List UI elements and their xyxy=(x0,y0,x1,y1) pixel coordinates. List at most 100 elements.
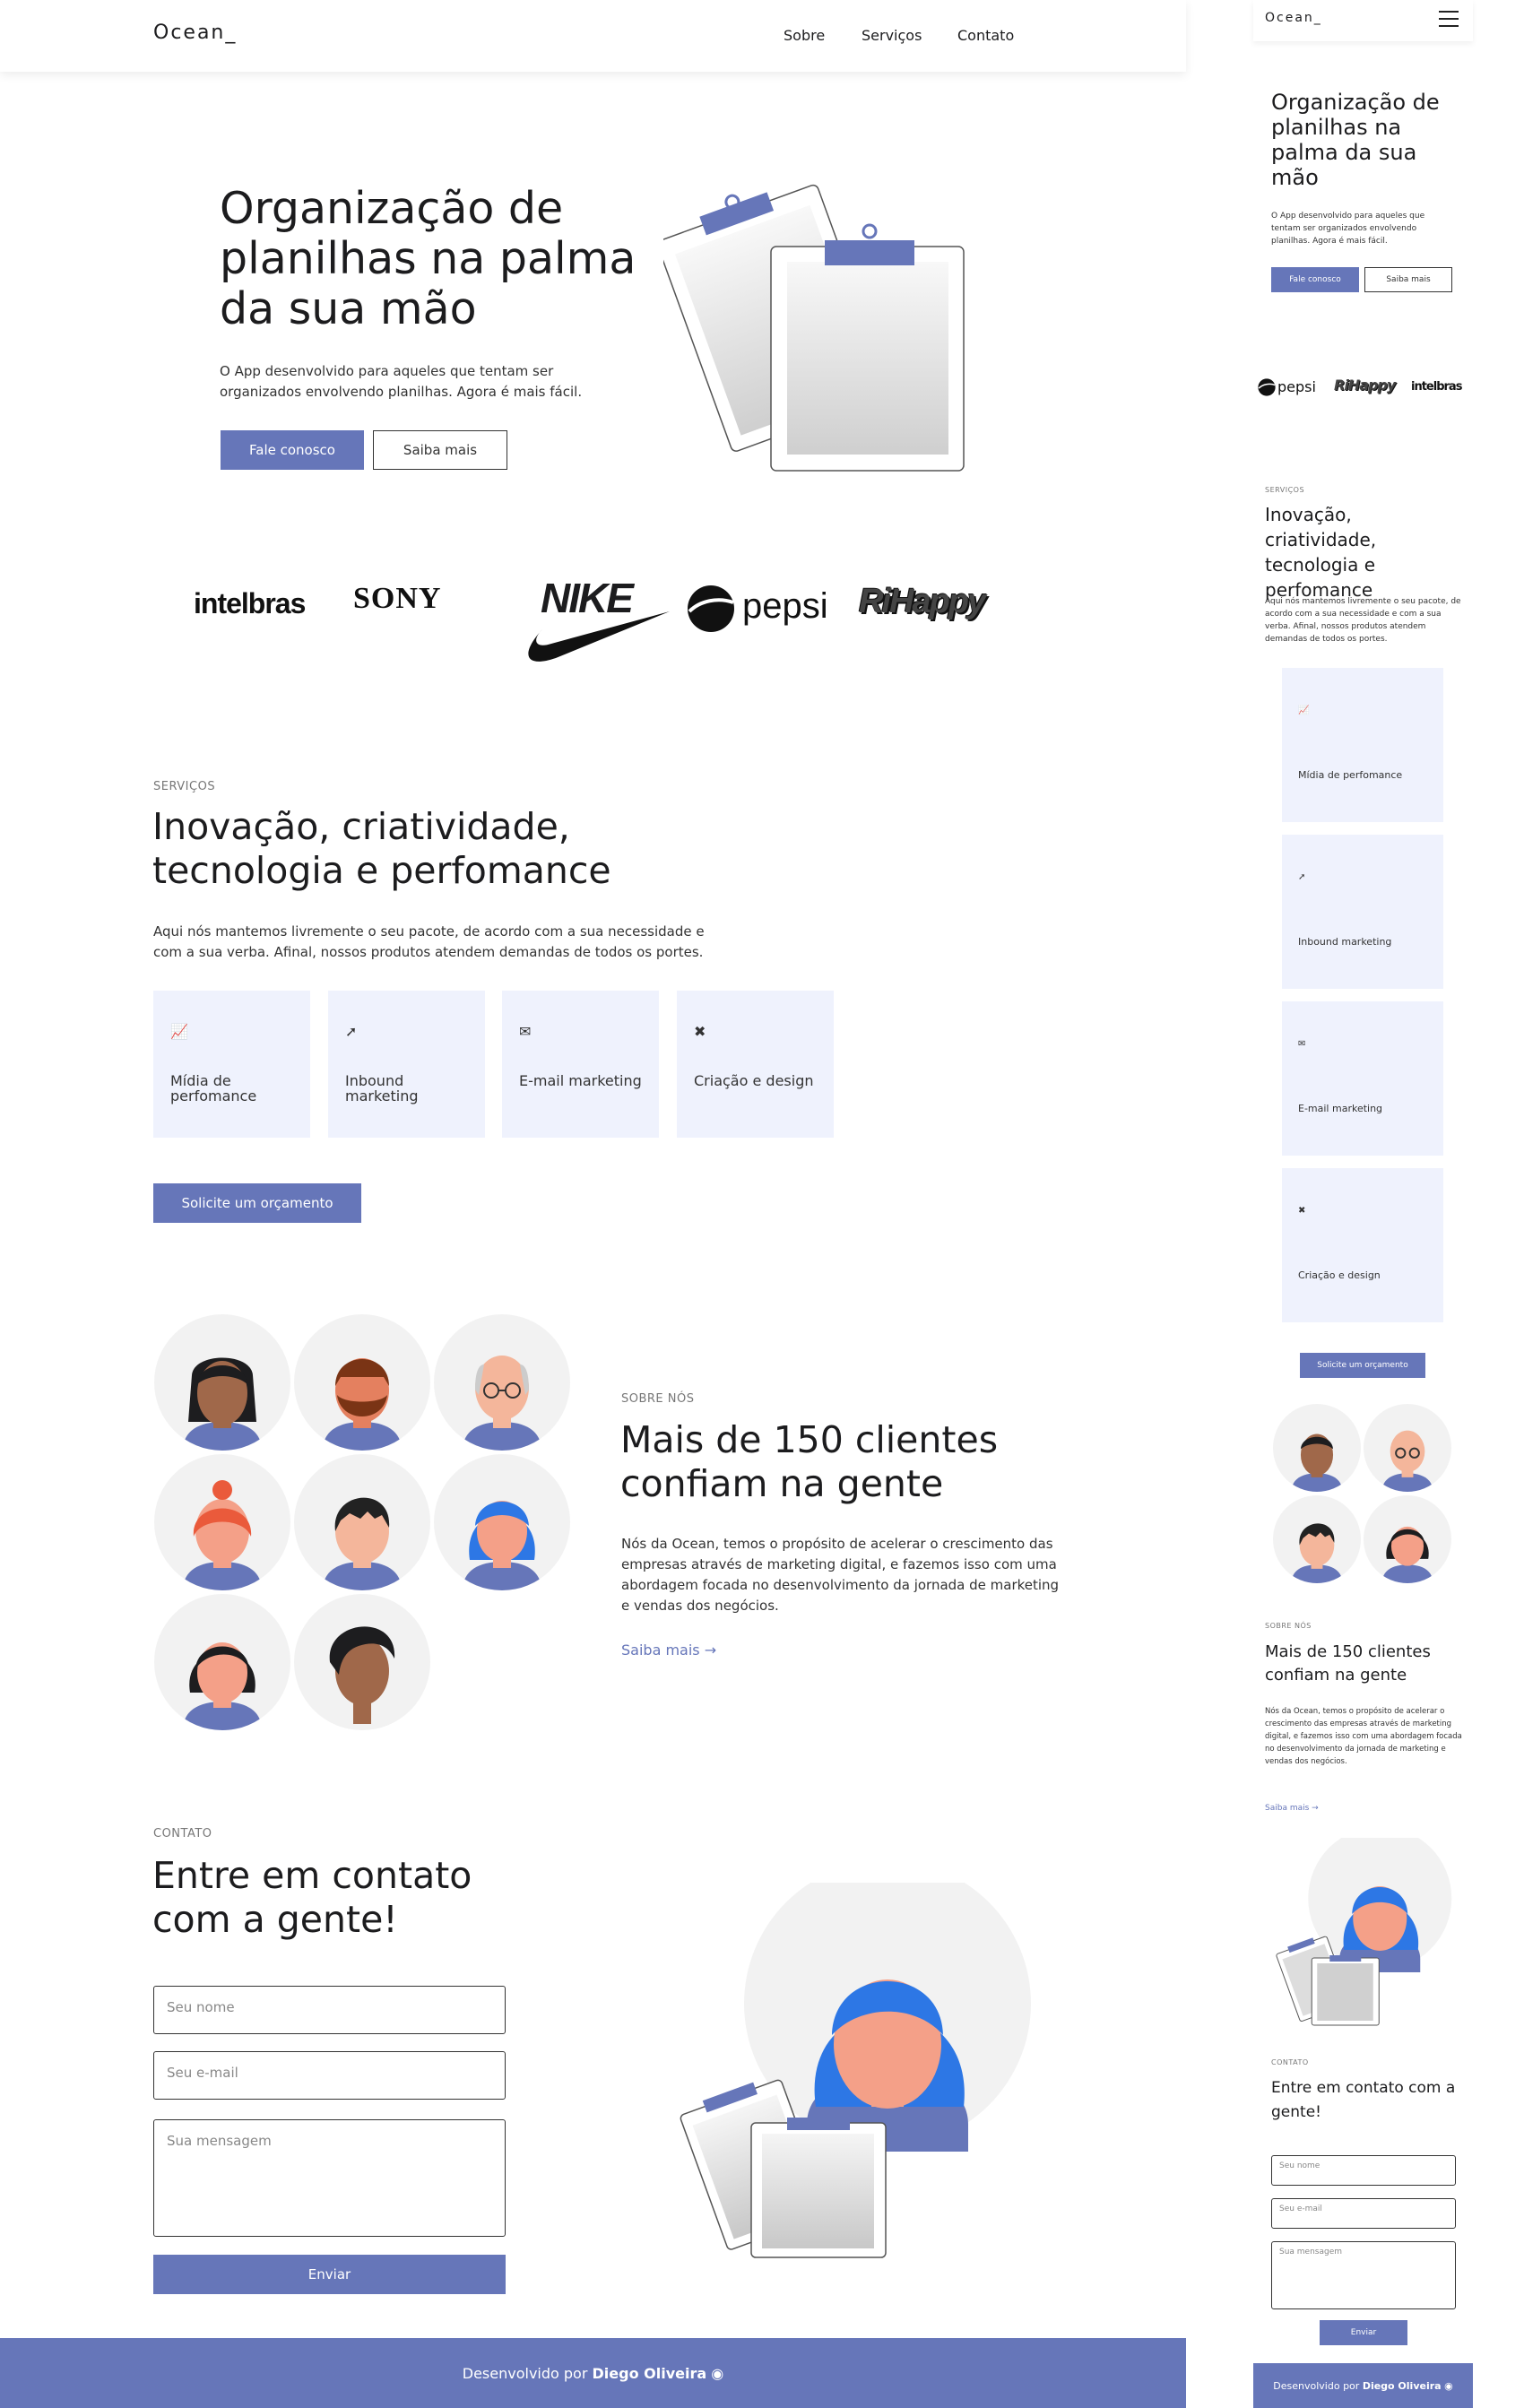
service-card-midia[interactable]: 📈 Mídia de perfomance xyxy=(153,991,310,1138)
service-card-label: Criação e design xyxy=(1298,1269,1381,1281)
service-card-label: Mídia de perfomance xyxy=(1298,769,1403,781)
paper-plane-icon: ➚ xyxy=(1298,872,1306,882)
service-card-email[interactable]: ✉ E-mail marketing xyxy=(502,991,659,1138)
contact-illustration xyxy=(1276,1838,1452,2026)
mobile-navbar: Ocean_ xyxy=(1253,0,1473,41)
brand-logo-rihappy: RiHappy xyxy=(859,583,986,620)
chart-icon: 📈 xyxy=(170,1023,188,1040)
name-field[interactable]: Seu nome xyxy=(1271,2155,1456,2186)
about-tag: SOBRE NÓS xyxy=(1265,1622,1312,1630)
contact-title: Entre em contato com a gente! xyxy=(152,1854,472,1941)
avatar xyxy=(154,1454,290,1590)
service-card-midia[interactable]: 📈 Mídia de perfomance xyxy=(1282,668,1443,822)
pepsi-globe-icon xyxy=(688,585,734,632)
about-text: Nós da Ocean, temos o propósito de acele… xyxy=(1265,1707,1462,1766)
nav-link-sobre[interactable]: Sobre xyxy=(784,27,825,44)
github-icon[interactable]: ◉ xyxy=(711,2365,723,2382)
avatar xyxy=(1364,1495,1451,1583)
service-card-label: E-mail marketing xyxy=(519,1072,642,1089)
services-title: Inovação, criatividade, tecnologia e per… xyxy=(1265,504,1377,601)
brand-logo-pepsi-text: pepsi xyxy=(742,586,828,626)
service-card-label: E-mail marketing xyxy=(1298,1103,1383,1114)
logo[interactable]: Ocean_ xyxy=(153,22,237,44)
brand-logo-pepsi: pepsi xyxy=(1258,377,1328,400)
service-card-label: Inbound marketing xyxy=(1298,936,1392,948)
hero-text: O App desenvolvido para aqueles que tent… xyxy=(1271,212,1425,246)
services-text: Aqui nós mantemos livremente o seu pacot… xyxy=(153,923,705,960)
brand-logo-pepsi-text: pepsi xyxy=(1277,378,1316,395)
tools-icon: ✖ xyxy=(694,1023,706,1040)
services-tag: SERVIÇOS xyxy=(1265,486,1305,494)
avatar xyxy=(1273,1495,1361,1583)
contact-us-button[interactable]: Fale conosco xyxy=(221,430,364,470)
contact-illustration xyxy=(680,1883,1031,2258)
hamburger-menu-icon[interactable] xyxy=(1439,11,1459,27)
avatar xyxy=(434,1314,570,1451)
send-button[interactable]: Enviar xyxy=(1320,2320,1407,2345)
learn-more-button[interactable]: Saiba mais xyxy=(1364,267,1452,292)
learn-more-button[interactable]: Saiba mais xyxy=(373,430,507,470)
logo[interactable]: Ocean_ xyxy=(1265,11,1322,25)
contact-tag: CONTATO xyxy=(1271,2058,1309,2066)
navbar: Ocean_ Sobre Serviços Contato xyxy=(0,0,1186,72)
about-learn-more-link[interactable]: Saiba mais → xyxy=(621,1641,716,1659)
footer-text: Desenvolvido por xyxy=(1273,2379,1360,2392)
request-quote-button[interactable]: Solicite um orçamento xyxy=(153,1183,361,1223)
envelope-icon: ✉ xyxy=(519,1023,532,1040)
avatar xyxy=(294,1594,430,1730)
service-card-label: Mídia de perfomance xyxy=(170,1072,257,1104)
paper-plane-icon: ➚ xyxy=(345,1023,358,1040)
contact-us-button[interactable]: Fale conosco xyxy=(1271,267,1359,292)
footer: Desenvolvido por Diego Oliveira ◉ xyxy=(0,2338,1186,2408)
mobile-view: Ocean_ Organização de planilhas na palma… xyxy=(1253,0,1473,2408)
hero-title: Organização de planilhas na palma da sua… xyxy=(220,183,636,334)
avatar xyxy=(154,1314,290,1451)
chart-icon: 📈 xyxy=(1298,706,1310,715)
pepsi-globe-icon xyxy=(1258,378,1276,396)
avatar xyxy=(294,1314,430,1451)
services-text: Aqui nós mantemos livremente o seu pacot… xyxy=(1265,597,1461,644)
brand-logo-nike: NIKE xyxy=(515,574,672,665)
brand-logo-rihappy: RiHappy xyxy=(1334,377,1396,394)
hero-text: O App desenvolvido para aqueles que tent… xyxy=(220,363,583,400)
avatar xyxy=(1273,1404,1361,1492)
contact-tag: CONTATO xyxy=(153,1827,212,1841)
service-card-design[interactable]: ✖ Criação e design xyxy=(1282,1168,1443,1322)
services-title: Inovação, criatividade, tecnologia e per… xyxy=(152,805,611,892)
clipboard-illustration xyxy=(663,184,965,472)
about-learn-more-link[interactable]: Saiba mais → xyxy=(1265,1804,1319,1813)
nav-link-servicos[interactable]: Serviços xyxy=(862,27,922,44)
email-field[interactable]: Seu e-mail xyxy=(1271,2198,1456,2229)
footer-author-link[interactable]: Diego Oliveira xyxy=(1363,2380,1442,2392)
nike-swoosh-icon xyxy=(528,611,670,662)
service-card-design[interactable]: ✖ Criação e design xyxy=(677,991,834,1138)
footer-author-link[interactable]: Diego Oliveira xyxy=(593,2365,707,2382)
email-field[interactable]: Seu e-mail xyxy=(153,2051,506,2100)
service-card-label: Inbound marketing xyxy=(345,1072,419,1104)
send-button[interactable]: Enviar xyxy=(153,2255,506,2294)
about-tag: SOBRE NÓS xyxy=(621,1392,695,1406)
avatar xyxy=(1364,1404,1451,1492)
message-field[interactable]: Sua mensagem xyxy=(153,2119,506,2237)
github-icon[interactable]: ◉ xyxy=(1444,2380,1453,2392)
request-quote-button[interactable]: Solicite um orçamento xyxy=(1300,1353,1425,1378)
service-card-inbound[interactable]: ➚ Inbound marketing xyxy=(1282,835,1443,989)
name-field[interactable]: Seu nome xyxy=(153,1986,506,2034)
envelope-icon: ✉ xyxy=(1298,1039,1306,1049)
about-title: Mais de 150 clientes confiam na gente xyxy=(620,1418,999,1505)
about-link-label: Saiba mais xyxy=(1265,1804,1310,1813)
footer-text: Desenvolvido por xyxy=(462,2364,588,2382)
avatar xyxy=(294,1454,430,1590)
brand-logo-intelbras: intelbras xyxy=(1411,380,1462,394)
desktop-view: Ocean_ Sobre Serviços Contato Organizaçã… xyxy=(0,0,1186,2408)
brand-logo-pepsi: pepsi xyxy=(687,583,844,637)
tools-icon: ✖ xyxy=(1298,1206,1306,1216)
message-field[interactable]: Sua mensagem xyxy=(1271,2241,1456,2309)
contact-title: Entre em contato com a gente! xyxy=(1271,2079,1456,2121)
about-title: Mais de 150 clientes confiam na gente xyxy=(1265,1642,1431,1685)
nav-link-contato[interactable]: Contato xyxy=(957,27,1014,44)
services-tag: SERVIÇOS xyxy=(153,780,216,793)
service-card-email[interactable]: ✉ E-mail marketing xyxy=(1282,1001,1443,1156)
service-card-inbound[interactable]: ➚ Inbound marketing xyxy=(328,991,485,1138)
avatar xyxy=(434,1454,570,1590)
